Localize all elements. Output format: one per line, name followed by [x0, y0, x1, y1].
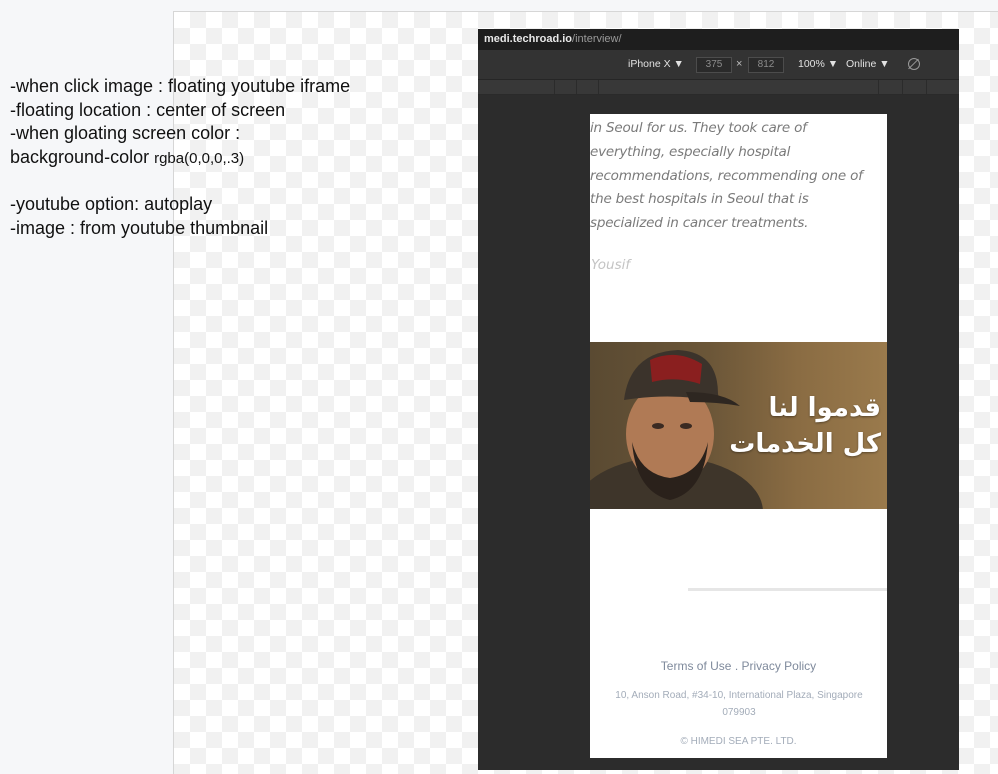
note-line: -when click image : floating youtube ifr…	[10, 76, 351, 96]
video-thumbnail[interactable]: قدموا لنا كل الخدمات	[590, 342, 887, 509]
note-gap	[10, 170, 430, 193]
note-line: -when gloating screen color :	[10, 123, 241, 143]
privacy-link[interactable]: Privacy Policy	[742, 659, 817, 673]
devtools-window: medi.techroad.io/interview/ iPhone X ▼ 3…	[478, 29, 959, 770]
copyright: © HIMEDI SEA PTE. LTD.	[680, 736, 797, 747]
note-text: background-color	[10, 146, 155, 167]
page: -when click image : floating youtube ifr…	[0, 0, 998, 774]
url-bar[interactable]: medi.techroad.io/interview/	[478, 29, 959, 50]
zoom-select[interactable]: 100% ▼	[798, 58, 838, 70]
testimonial-author: Yousif	[591, 257, 631, 273]
address-line: 079903	[722, 707, 756, 718]
link-separator: .	[731, 659, 742, 673]
url-path: /interview/	[572, 33, 622, 45]
quote-line: the best hospitals in Seoul that is	[590, 191, 809, 208]
url-host: medi.techroad.io	[484, 33, 573, 45]
testimonial-quote: in Seoul for us. They took care of every…	[590, 117, 887, 236]
spec-notes: -when click image : floating youtube ifr…	[10, 75, 430, 240]
quote-line: in Seoul for us. They took care of	[590, 120, 807, 136]
note-value: rgba(0,0,0,.3)	[154, 149, 245, 167]
quote-line: recommendations, recommending one of	[590, 167, 863, 184]
footer-links: Terms of Use . Privacy Policy	[590, 659, 887, 673]
address-line: 10, Anson Road, #34-10, International Pl…	[615, 690, 863, 701]
device-toolbar: iPhone X ▼ 375 × 812 100% ▼ Online ▼	[478, 50, 959, 80]
caption-line: قدموا لنا	[768, 393, 881, 423]
note-line: -image : from youtube thumbnail	[10, 217, 269, 238]
video-caption: قدموا لنا كل الخدمات	[729, 390, 881, 462]
terms-link[interactable]: Terms of Use	[661, 659, 732, 673]
caption-line: كل الخدمات	[729, 429, 881, 459]
note-line: background-color rgba(0,0,0,.3)	[10, 146, 430, 171]
network-select[interactable]: Online ▼	[846, 58, 890, 70]
note-line: -floating location : center of screen	[10, 99, 286, 120]
height-input[interactable]: 812	[748, 57, 784, 73]
quote-line: everything, especially hospital	[590, 143, 791, 160]
dimension-separator: ×	[736, 58, 743, 70]
note-line: -youtube option: autoplay	[10, 194, 213, 214]
width-input[interactable]: 375	[696, 57, 732, 73]
section-divider	[688, 588, 887, 591]
rotate-icon[interactable]	[908, 58, 920, 70]
phone-viewport: in Seoul for us. They took care of every…	[590, 114, 887, 758]
footer-address: 10, Anson Road, #34-10, International Pl…	[598, 687, 880, 721]
media-query-ruler[interactable]	[478, 80, 959, 95]
device-select[interactable]: iPhone X ▼	[628, 58, 684, 70]
quote-line: specialized in cancer treatments.	[590, 215, 809, 232]
